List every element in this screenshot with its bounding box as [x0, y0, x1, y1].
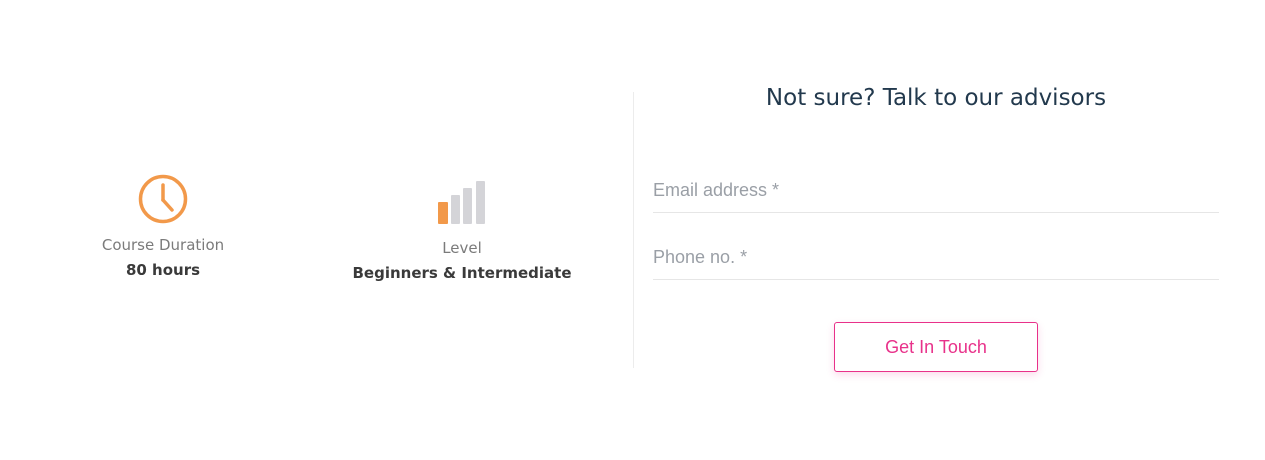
level-bar	[463, 188, 472, 224]
level-value: Beginners & Intermediate	[352, 264, 572, 282]
course-duration-value: 80 hours	[125, 261, 201, 279]
clock-icon	[138, 174, 188, 224]
level-bar	[476, 181, 485, 224]
get-in-touch-button[interactable]: Get In Touch	[834, 322, 1038, 372]
course-duration-stat: Course Duration 80 hours	[63, 173, 263, 280]
level-stat: Level Beginners & Intermediate	[342, 180, 582, 283]
section-divider	[633, 92, 634, 368]
phone-field[interactable]	[653, 236, 1219, 280]
advisor-form-heading: Not sure? Talk to our advisors	[765, 85, 1107, 111]
signal-bars-icon	[438, 181, 485, 224]
level-bar	[451, 195, 460, 224]
level-label: Level	[442, 239, 482, 257]
course-duration-label: Course Duration	[101, 236, 225, 254]
level-bar	[438, 202, 448, 224]
email-field[interactable]	[653, 169, 1219, 213]
